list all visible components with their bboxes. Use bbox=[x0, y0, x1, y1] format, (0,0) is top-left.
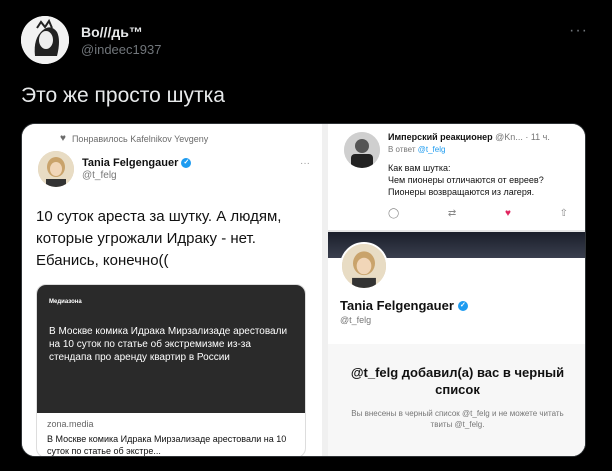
blocked-title: @t_felg добавил(а) вас в черный список bbox=[350, 365, 565, 397]
reply-to-line: В ответ @t_felg bbox=[388, 145, 446, 154]
tweet-media-image[interactable]: ♥ Понравилось Kafelnikov Yevgeny Tania F… bbox=[21, 123, 586, 457]
blocked-description: Вы внесены в черный список @t_felg и не … bbox=[351, 409, 564, 429]
reply-text: Как вам шутка: Чем пионеры отличаются от… bbox=[388, 163, 544, 197]
link-card-domain: zona.media bbox=[47, 419, 94, 429]
avatar bbox=[38, 151, 74, 187]
comment-icon: ◯ bbox=[388, 208, 400, 219]
tweet-header: Во///дь™ @indeec1937 bbox=[21, 16, 161, 64]
heart-icon: ♥ bbox=[60, 133, 66, 144]
avatar[interactable] bbox=[21, 16, 69, 64]
avatar-portrait-icon bbox=[21, 16, 69, 64]
screenshot-blocked-profile: Tania Felgengauer ✓ @t_felg @t_felg доба… bbox=[328, 232, 585, 456]
avatar-portrait-icon bbox=[342, 244, 386, 288]
link-card-title: В Москве комика Идрака Мирзализаде арест… bbox=[47, 434, 287, 456]
verified-badge-icon: ✓ bbox=[181, 158, 192, 168]
blocked-notice: @t_felg добавил(а) вас в черный список В… bbox=[328, 344, 585, 456]
embedded-tweet-text: 10 суток ареста за шутку. А людям, котор… bbox=[36, 208, 282, 269]
user-handle[interactable]: @indeec1937 bbox=[81, 42, 161, 57]
embedded-handle: @t_felg bbox=[82, 170, 117, 181]
embedded-display-name: Tania Felgengauer ✓ bbox=[82, 157, 192, 169]
tweet-text: Это же просто шутка bbox=[21, 84, 225, 107]
retweet-icon: ⇄ bbox=[447, 208, 457, 219]
avatar bbox=[344, 132, 380, 168]
liked-by-row: ♥ Понравилось Kafelnikov Yevgeny bbox=[60, 133, 208, 144]
screenshot-reply-tweet: Имперский реакционер @Kn... · 11 ч. В от… bbox=[328, 124, 585, 232]
profile-handle: @t_felg bbox=[340, 315, 372, 325]
heart-icon: ♥ bbox=[504, 208, 511, 219]
share-icon: ⇧ bbox=[559, 208, 568, 219]
profile-display-name: Tania Felgengauer ✓ bbox=[340, 298, 468, 313]
link-card: Медиазона В Москве комика Идрака Мирзали… bbox=[36, 284, 306, 456]
link-card-source: Медиазона bbox=[49, 299, 82, 305]
avatar-portrait-icon bbox=[344, 132, 380, 168]
screenshot-left-tweet: ♥ Понравилось Kafelnikov Yevgeny Tania F… bbox=[22, 124, 322, 456]
reply-actions: ◯ ⇄ ♥ ⇧ bbox=[388, 208, 568, 219]
avatar-portrait-icon bbox=[38, 151, 74, 187]
link-card-body: В Москве комика Идрака Мирзализаде арест… bbox=[49, 326, 288, 363]
more-options-icon: ··· bbox=[300, 158, 310, 169]
liked-by-text: Понравилось Kafelnikov Yevgeny bbox=[71, 133, 209, 144]
reply-author: Имперский реакционер @Kn... · 11 ч. bbox=[388, 132, 550, 142]
more-options-icon[interactable]: ··· bbox=[569, 22, 588, 40]
verified-badge-icon: ✓ bbox=[457, 300, 468, 311]
embedded-tweet-header: Tania Felgengauer ✓ @t_felg bbox=[38, 151, 192, 187]
display-name[interactable]: Во///дь™ bbox=[81, 24, 161, 40]
link-card-image: Медиазона В Москве комика Идрака Мирзали… bbox=[37, 285, 305, 413]
avatar bbox=[340, 242, 388, 290]
